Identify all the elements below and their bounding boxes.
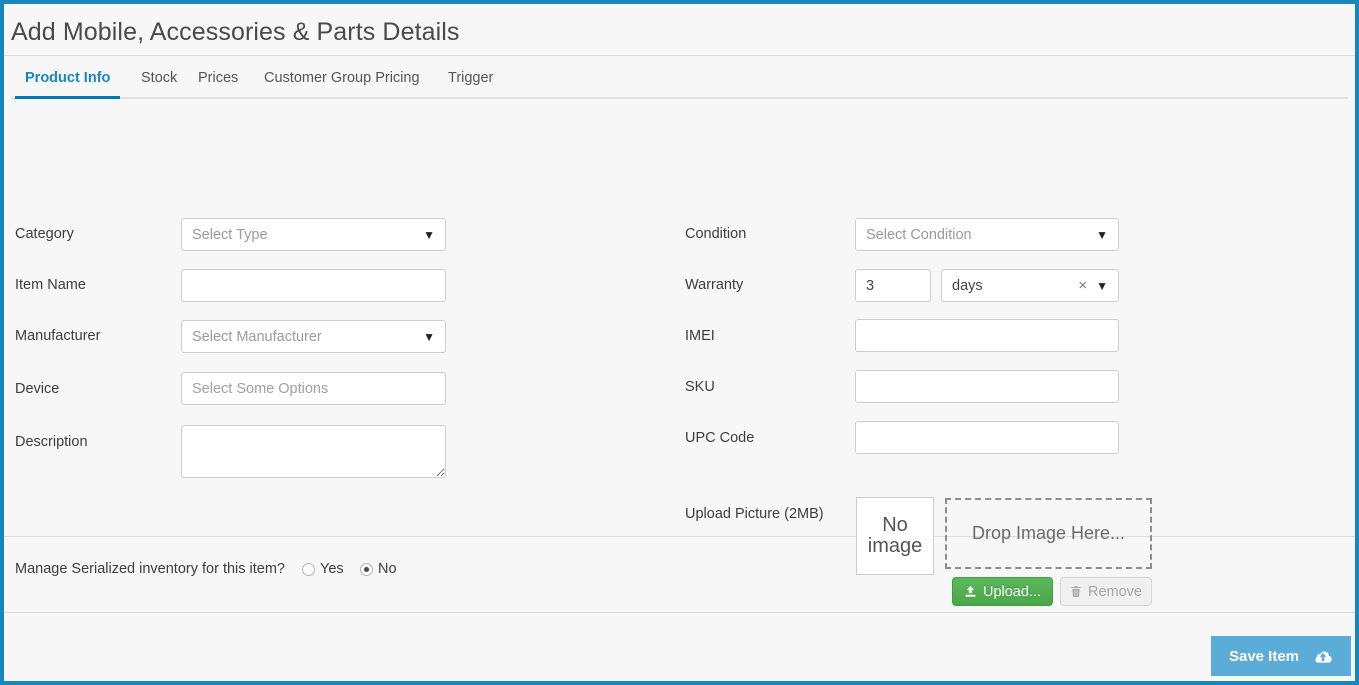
add-product-window: Add Mobile, Accessories & Parts Details … [0, 0, 1359, 685]
tab-stock[interactable]: Stock [131, 57, 187, 99]
serialized-inventory-row: Manage Serialized inventory for this ite… [4, 538, 1355, 613]
category-select[interactable]: Select Type ▼ [181, 218, 446, 251]
label-device: Device [15, 381, 60, 397]
close-x-icon[interactable]: × [1078, 278, 1096, 293]
radio-label-no: No [378, 561, 397, 577]
radio-serialized-yes[interactable] [302, 563, 315, 576]
cloud-upload-icon [1313, 649, 1333, 664]
label-upload-picture: Upload Picture (2MB) [685, 506, 824, 522]
page-title: Add Mobile, Accessories & Parts Details [11, 18, 460, 46]
label-condition: Condition [685, 226, 747, 242]
label-sku: SKU [685, 379, 715, 395]
chevron-down-icon: ▼ [1096, 278, 1108, 293]
imei-input[interactable] [855, 319, 1119, 352]
chevron-down-icon: ▼ [423, 227, 435, 242]
label-description: Description [15, 434, 88, 450]
warranty-unit-select[interactable]: days × ▼ [941, 269, 1119, 302]
tab-trigger[interactable]: Trigger [438, 57, 503, 99]
condition-select-value: Select Condition [866, 226, 972, 243]
chevron-down-icon: ▼ [1096, 227, 1108, 242]
title-bar: Add Mobile, Accessories & Parts Details [4, 4, 1355, 56]
label-upc-code: UPC Code [685, 430, 755, 446]
device-multiselect[interactable] [181, 372, 446, 405]
label-imei: IMEI [685, 328, 715, 344]
tab-customer-group-pricing[interactable]: Customer Group Pricing [254, 57, 430, 99]
sku-input[interactable] [855, 370, 1119, 403]
save-item-label: Save Item [1228, 647, 1300, 665]
upc-code-input[interactable] [855, 421, 1119, 454]
footer-bar: Save Item [4, 614, 1355, 681]
serialized-question: Manage Serialized inventory for this ite… [15, 561, 285, 577]
label-item-name: Item Name [15, 277, 86, 293]
tab-prices[interactable]: Prices [188, 57, 248, 99]
item-name-input[interactable] [181, 269, 446, 302]
tab-bar: Product Info Stock Prices Customer Group… [4, 57, 1355, 99]
tab-product-info[interactable]: Product Info [15, 57, 121, 99]
category-select-value: Select Type [192, 226, 268, 243]
radio-label-yes: Yes [320, 561, 344, 577]
warranty-unit-value: days [952, 277, 983, 294]
manufacturer-select-value: Select Manufacturer [192, 328, 322, 345]
label-warranty: Warranty [685, 277, 744, 293]
manufacturer-select[interactable]: Select Manufacturer ▼ [181, 320, 446, 353]
save-item-button[interactable]: Save Item [1211, 636, 1351, 676]
label-manufacturer: Manufacturer [15, 328, 101, 344]
label-category: Category [15, 226, 74, 242]
chevron-down-icon: ▼ [423, 329, 435, 344]
radio-serialized-no[interactable] [360, 563, 373, 576]
warranty-amount-input[interactable] [855, 269, 931, 302]
no-image-line-1: No [882, 514, 908, 536]
description-textarea[interactable] [181, 425, 446, 478]
condition-select[interactable]: Select Condition ▼ [855, 218, 1119, 251]
product-info-form: Category Select Type ▼ Item Name Manufac… [4, 99, 1355, 606]
